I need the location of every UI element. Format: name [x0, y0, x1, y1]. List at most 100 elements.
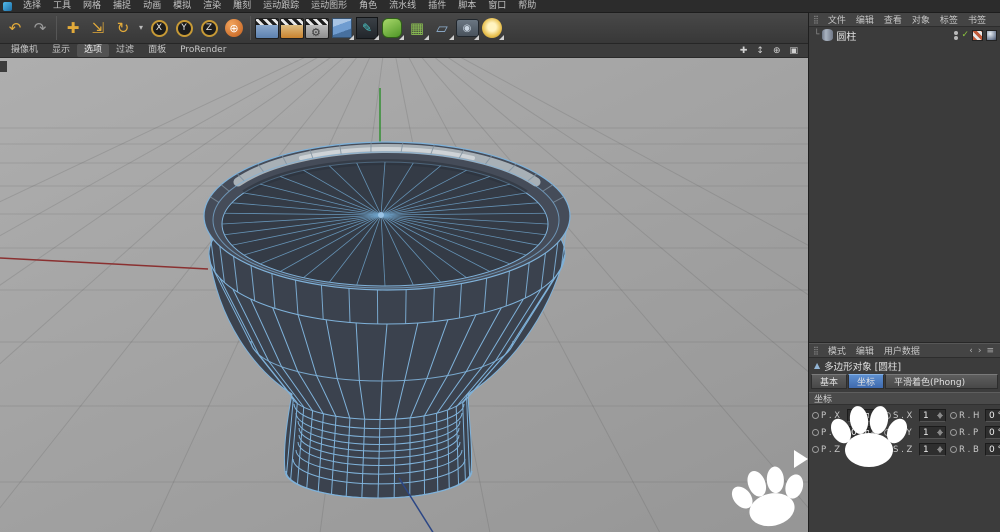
keyframe-circle-icon[interactable]: [884, 446, 891, 453]
menubar-item[interactable]: 脚本: [452, 0, 482, 13]
coord-label: P . X: [821, 411, 845, 421]
coord-input[interactable]: 0 cm: [847, 426, 880, 439]
object-row-cylinder[interactable]: └ 圆柱 ✓: [809, 27, 1000, 43]
object-manager-menu-item[interactable]: 书签: [963, 13, 991, 26]
keyframe-circle-icon[interactable]: [884, 429, 891, 436]
menubar-item[interactable]: 帮助: [512, 0, 542, 13]
object-manager-menu-item[interactable]: 查看: [879, 13, 907, 26]
menubar-item[interactable]: 角色: [353, 0, 383, 13]
keyframe-circle-icon[interactable]: [950, 412, 957, 419]
viewport-canvas[interactable]: [0, 58, 808, 532]
viewport-pan-icon[interactable]: ✚: [740, 46, 748, 56]
keyframe-circle-icon[interactable]: [950, 446, 957, 453]
uvw-tag-icon[interactable]: [972, 30, 983, 41]
object-row-icons: ✓: [954, 30, 997, 41]
viewport-menu-cameras[interactable]: 摄像机: [4, 44, 45, 57]
options-menu-icon[interactable]: ≡: [986, 346, 994, 356]
camera-button[interactable]: ◉: [455, 15, 479, 41]
visibility-toggle-dots[interactable]: [954, 30, 958, 41]
menubar-items: 选择工具网格捕捉动画模拟渲染雕刻运动跟踪运动图形角色流水线插件脚本窗口帮助: [17, 0, 542, 13]
move-tool-button[interactable]: ✚: [61, 15, 85, 41]
object-manager-menu-item[interactable]: 对象: [907, 13, 935, 26]
history-back-icon[interactable]: ‹: [969, 346, 973, 356]
panel-grip-icon[interactable]: ⣿: [813, 346, 819, 355]
viewport-zoom-icon[interactable]: ⊕: [773, 46, 781, 56]
render-view-button[interactable]: [255, 15, 279, 41]
floor-environment-button[interactable]: ▱: [430, 15, 454, 41]
menubar-item[interactable]: 动画: [137, 0, 167, 13]
tab-basic[interactable]: 基本: [811, 374, 847, 389]
spline-pen-button[interactable]: ✎: [355, 15, 379, 41]
viewport-menu-panel[interactable]: 面板: [141, 44, 173, 57]
viewport-menu-options[interactable]: 选项: [77, 44, 109, 57]
menubar-item[interactable]: 插件: [422, 0, 452, 13]
coord-input[interactable]: 0 °: [985, 409, 1000, 422]
keyframe-circle-icon[interactable]: [812, 412, 819, 419]
menubar-item[interactable]: 选择: [17, 0, 47, 13]
render-picture-viewer-button[interactable]: [280, 15, 304, 41]
menubar-item[interactable]: 捕捉: [107, 0, 137, 13]
phong-tag-icon[interactable]: [986, 30, 997, 41]
coord-input[interactable]: 1: [919, 443, 946, 456]
keyframe-circle-icon[interactable]: [884, 412, 891, 419]
object-manager-body[interactable]: └ 圆柱 ✓: [809, 27, 1000, 342]
enabled-check-icon[interactable]: ✓: [961, 30, 969, 40]
attribute-manager-menu-item[interactable]: 编辑: [851, 344, 879, 357]
rotate-tool-button[interactable]: ↻: [111, 15, 135, 41]
menubar-item[interactable]: 模拟: [167, 0, 197, 13]
menubar-item[interactable]: 工具: [47, 0, 77, 13]
app-logo-icon[interactable]: [3, 2, 12, 11]
coord-input[interactable]: 0 °: [985, 443, 1000, 456]
attribute-manager-menu-item[interactable]: 用户数据: [879, 344, 925, 357]
tab-coordinates[interactable]: 坐标: [848, 374, 884, 389]
x-axis-lock-button[interactable]: X: [147, 15, 171, 41]
coordinate-system-button[interactable]: ⊕: [222, 15, 246, 41]
coord-input[interactable]: 0 cm: [847, 443, 880, 456]
viewport[interactable]: [0, 58, 808, 532]
cube-primitive-button[interactable]: [330, 15, 354, 41]
keyframe-circle-icon[interactable]: [950, 429, 957, 436]
tab-phong[interactable]: 平滑着色(Phong): [885, 374, 998, 389]
redo-button[interactable]: ↷: [28, 15, 52, 41]
tool-dropdown-icon[interactable]: ▾: [136, 15, 146, 41]
position-cell: P . Y 0 cm: [812, 426, 880, 439]
object-manager-menu-item[interactable]: 编辑: [851, 13, 879, 26]
keyframe-circle-icon[interactable]: [812, 429, 819, 436]
viewport-menu-filter[interactable]: 过滤: [109, 44, 141, 57]
coord-input[interactable]: 1: [919, 426, 946, 439]
undo-button[interactable]: ↶: [3, 15, 27, 41]
scale-tool-button[interactable]: ⇲: [86, 15, 110, 41]
menubar-item[interactable]: 窗口: [482, 0, 512, 13]
attribute-manager-menu: 模式编辑用户数据: [823, 344, 925, 357]
z-axis-lock-button[interactable]: Z: [197, 15, 221, 41]
coord-input[interactable]: 0 cm: [847, 409, 880, 422]
menubar-item[interactable]: 渲染: [197, 0, 227, 13]
viewport-dolly-icon[interactable]: ↕: [756, 46, 764, 56]
light-button[interactable]: [480, 15, 504, 41]
array-mograph-button[interactable]: ▦: [405, 15, 429, 41]
coord-label: S . Z: [893, 445, 917, 455]
y-axis-lock-button[interactable]: Y: [172, 15, 196, 41]
history-forward-icon[interactable]: ›: [978, 346, 982, 356]
viewport-menu-display[interactable]: 显示: [45, 44, 77, 57]
keyframe-circle-icon[interactable]: [812, 446, 819, 453]
menubar-item[interactable]: 运动图形: [305, 0, 353, 13]
menubar-item[interactable]: 雕刻: [227, 0, 257, 13]
coordinates-section-header[interactable]: 坐标: [809, 392, 1000, 405]
object-name[interactable]: 圆柱: [836, 28, 856, 43]
coord-input[interactable]: 1: [919, 409, 946, 422]
coord-input[interactable]: 0 °: [985, 426, 1000, 439]
pen-icon: ✎: [356, 17, 378, 39]
attribute-manager-menu-item[interactable]: 模式: [823, 344, 851, 357]
object-manager-menu-item[interactable]: 文件: [823, 13, 851, 26]
subdivision-surface-button[interactable]: [380, 15, 404, 41]
render-settings-button[interactable]: ⚙: [305, 15, 329, 41]
menubar-item[interactable]: 运动跟踪: [257, 0, 305, 13]
cylinder-wireframe-model[interactable]: [204, 142, 570, 498]
viewport-menu-prorender[interactable]: ProRender: [173, 44, 233, 57]
object-manager-menu-item[interactable]: 标签: [935, 13, 963, 26]
menubar-item[interactable]: 流水线: [383, 0, 422, 13]
menubar-item[interactable]: 网格: [77, 0, 107, 13]
panel-grip-icon[interactable]: ⣿: [813, 15, 819, 24]
viewport-maximize-icon[interactable]: ▣: [789, 46, 798, 56]
